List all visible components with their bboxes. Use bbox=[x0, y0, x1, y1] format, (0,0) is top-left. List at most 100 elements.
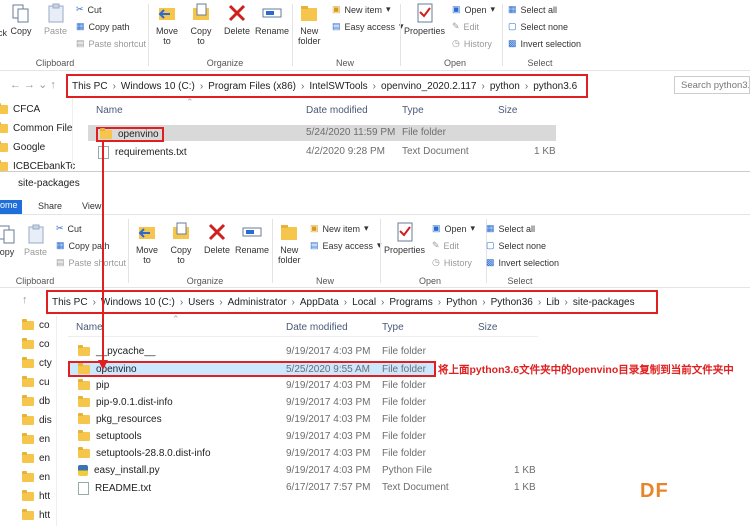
copy-to-button[interactable]: Copy to bbox=[190, 2, 212, 46]
copy-path-button[interactable]: ▦ Copy path bbox=[76, 21, 130, 32]
file-row[interactable]: __pycache__ 9/19/2017 4:03 PM File folde… bbox=[68, 344, 538, 360]
move-to-button[interactable]: Move to bbox=[156, 2, 178, 46]
invert-selection-button[interactable]: ▩ Invert selection bbox=[508, 38, 581, 49]
file-row[interactable]: easy_install.py 9/19/2017 4:03 PM Python… bbox=[68, 463, 538, 479]
file-row[interactable]: pkg_resources 9/19/2017 4:03 PM File fol… bbox=[68, 412, 538, 428]
address-segment[interactable]: openvino_2020.2.117 bbox=[381, 81, 476, 92]
col-name-header[interactable]: Name bbox=[96, 105, 123, 116]
copy-to-button[interactable]: Copy to bbox=[170, 221, 192, 265]
rename-button[interactable]: Rename bbox=[235, 221, 269, 255]
open-button[interactable]: ▣ Open ▾ bbox=[432, 223, 475, 234]
tree-item[interactable]: en bbox=[22, 433, 50, 445]
file-row[interactable]: pip-9.0.1.dist-info 9/19/2017 4:03 PM Fi… bbox=[68, 395, 538, 411]
col-date-header[interactable]: Date modified bbox=[286, 322, 348, 333]
properties-button[interactable]: Properties bbox=[384, 221, 425, 255]
easy-access-button[interactable]: ▤Easy access▾ bbox=[310, 240, 382, 251]
delete-button[interactable]: Delete bbox=[204, 221, 230, 255]
tree-item[interactable]: htt bbox=[22, 490, 50, 502]
copy-button[interactable]: Copy bbox=[10, 2, 32, 36]
edit-button[interactable]: ✎ Edit bbox=[432, 240, 459, 251]
move-to-button[interactable]: Move to bbox=[136, 221, 158, 265]
address-segment[interactable]: Users bbox=[188, 297, 214, 308]
properties-button[interactable]: Properties bbox=[404, 2, 445, 36]
address-segment[interactable]: This PC bbox=[72, 81, 108, 92]
tab-view[interactable]: View bbox=[82, 201, 101, 211]
delete-button[interactable]: Delete bbox=[224, 2, 250, 36]
tree-item[interactable]: Common File bbox=[0, 122, 72, 134]
quick-access-button[interactable]: ck bbox=[0, 28, 7, 38]
new-folder-button[interactable]: New folder bbox=[298, 2, 321, 46]
tree-item[interactable]: Google bbox=[0, 141, 45, 153]
address-segment[interactable]: This PC bbox=[52, 297, 88, 308]
file-row[interactable]: pip 9/19/2017 4:03 PM File folder bbox=[68, 378, 538, 394]
file-row-openvino-selected[interactable]: openvino 5/25/2020 9:55 AM File folder bbox=[68, 361, 436, 377]
new-item-button[interactable]: ▣ New item ▾ bbox=[332, 4, 391, 15]
select-all-button[interactable]: ▦ Select all bbox=[486, 223, 535, 234]
history-button[interactable]: ◷ History bbox=[432, 257, 472, 268]
address-segment[interactable]: Python bbox=[446, 297, 477, 308]
history-button[interactable]: ◷ History bbox=[452, 38, 492, 49]
address-segment[interactable]: python bbox=[490, 81, 520, 92]
tree-item[interactable]: cu bbox=[22, 376, 50, 388]
tree-item[interactable]: dis bbox=[22, 414, 52, 426]
address-segment[interactable]: Windows 10 (C:) bbox=[121, 81, 195, 92]
rename-button[interactable]: Rename bbox=[255, 2, 289, 36]
address-segment[interactable]: Administrator bbox=[228, 297, 287, 308]
address-segment[interactable]: AppData bbox=[300, 297, 339, 308]
tree-item[interactable]: en bbox=[22, 452, 50, 464]
new-folder-button[interactable]: New folder bbox=[278, 221, 301, 265]
open-button[interactable]: ▣ Open ▾ bbox=[452, 4, 495, 15]
paste-button[interactable]: Paste bbox=[44, 2, 67, 36]
file-row[interactable]: requirements.txt 4/2/2020 9:28 PM Text D… bbox=[88, 144, 556, 160]
address-segment[interactable]: Programs bbox=[389, 297, 432, 308]
tab-share[interactable]: Share bbox=[38, 201, 62, 211]
file-row-openvino-selected[interactable]: openvino 5/24/2020 11:59 PM File folder bbox=[88, 125, 556, 142]
cut-button[interactable]: ✂ Cut bbox=[76, 4, 102, 15]
folder-icon bbox=[22, 395, 34, 406]
new-item-button[interactable]: ▣ New item ▾ bbox=[310, 223, 369, 234]
nav-up-arrow[interactable]: ↑ bbox=[22, 294, 28, 306]
address-segment[interactable]: Python36 bbox=[491, 297, 533, 308]
tree-item[interactable]: co bbox=[22, 338, 50, 350]
search-box[interactable]: Search python3.6 bbox=[674, 76, 750, 94]
address-segment[interactable]: Windows 10 (C:) bbox=[101, 297, 175, 308]
file-date: 5/24/2020 11:59 PM bbox=[306, 127, 396, 138]
edit-button[interactable]: ✎ Edit bbox=[452, 21, 479, 32]
col-size-header[interactable]: Size bbox=[478, 322, 497, 333]
tree-item[interactable]: co bbox=[22, 319, 50, 331]
address-segment[interactable]: site-packages bbox=[573, 297, 635, 308]
paste-button[interactable]: Paste bbox=[24, 223, 47, 257]
tree-item[interactable]: CFCA bbox=[0, 103, 40, 115]
col-type-header[interactable]: Type bbox=[382, 322, 404, 333]
nav-arrows[interactable]: ← → ⌄ ↑ bbox=[10, 78, 56, 91]
select-none-button[interactable]: ▢ Select none bbox=[486, 240, 546, 251]
top-address-bar[interactable]: This PC › Windows 10 (C:) › Program Files … bbox=[66, 74, 588, 98]
easy-access-button[interactable]: ▤Easy access▾ bbox=[332, 21, 404, 32]
file-row[interactable]: setuptools-28.8.0.dist-info 9/19/2017 4:… bbox=[68, 446, 538, 462]
tree-item[interactable]: en bbox=[22, 471, 50, 483]
bottom-address-bar[interactable]: This PC › Windows 10 (C:) › Users › Adminis… bbox=[46, 290, 658, 314]
copy-button[interactable]: opy bbox=[0, 223, 18, 257]
col-date-header[interactable]: Date modified bbox=[306, 105, 368, 116]
file-row[interactable]: setuptools 9/19/2017 4:03 PM File folder bbox=[68, 429, 538, 445]
col-type-header[interactable]: Type bbox=[402, 105, 424, 116]
tab-home[interactable]: ome bbox=[0, 200, 22, 214]
file-row[interactable]: README.txt 6/17/2017 7:57 PM Text Docume… bbox=[68, 480, 538, 496]
cut-button[interactable]: ✂ Cut bbox=[56, 223, 82, 234]
tree-item[interactable]: cty bbox=[22, 357, 52, 369]
address-segment[interactable]: Program Files (x86) bbox=[208, 81, 296, 92]
invert-selection-button[interactable]: ▩ Invert selection bbox=[486, 257, 559, 268]
paste-shortcut-button[interactable]: ▤ Paste shortcut bbox=[76, 38, 146, 49]
address-segment[interactable]: IntelSWTools bbox=[309, 81, 367, 92]
address-segment[interactable]: Lib bbox=[546, 297, 559, 308]
copy-path-button[interactable]: ▦ Copy path bbox=[56, 240, 110, 251]
select-none-button[interactable]: ▢ Select none bbox=[508, 21, 568, 32]
select-all-button[interactable]: ▦ Select all bbox=[508, 4, 557, 15]
col-name-header[interactable]: Name bbox=[76, 322, 103, 333]
tree-item[interactable]: htt bbox=[22, 509, 50, 521]
tree-item[interactable]: db bbox=[22, 395, 50, 407]
address-segment[interactable]: Local bbox=[352, 297, 376, 308]
col-size-header[interactable]: Size bbox=[498, 105, 517, 116]
paste-shortcut-button[interactable]: ▤ Paste shortcut bbox=[56, 257, 126, 268]
address-segment[interactable]: python3.6 bbox=[533, 81, 577, 92]
